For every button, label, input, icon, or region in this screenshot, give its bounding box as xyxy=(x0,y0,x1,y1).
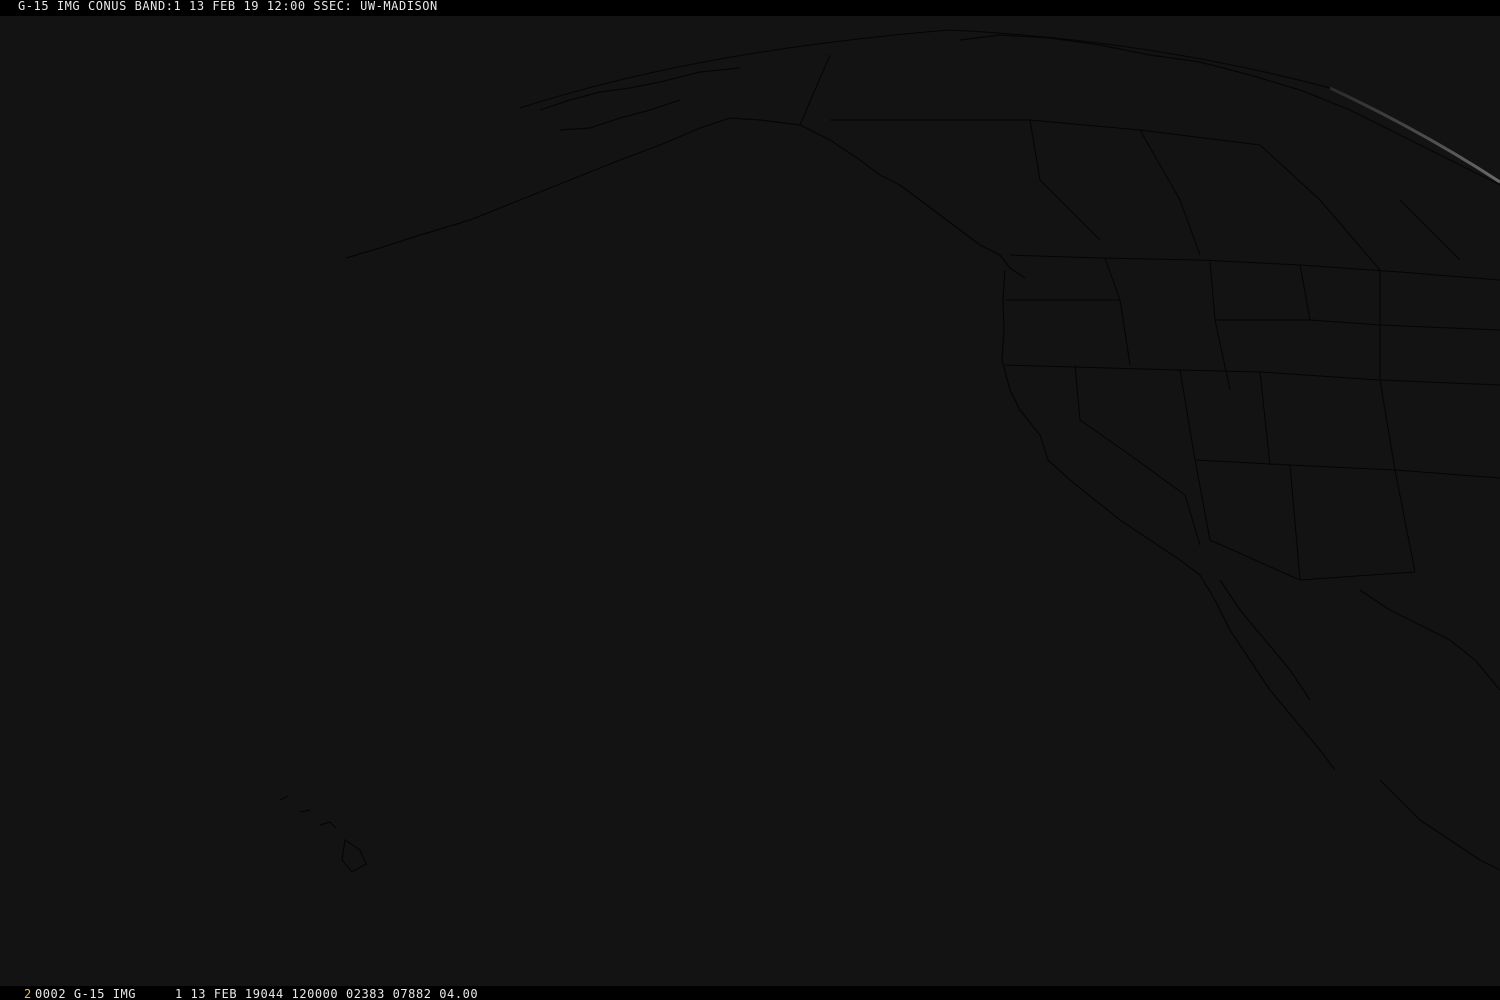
image-header-bar: G-15 IMG CONUS BAND:1 13 FEB 19 12:00 SS… xyxy=(0,0,1500,16)
alaska-coastline xyxy=(539,67,741,131)
earth-limb-edge xyxy=(519,29,1331,109)
aleutian-coastline xyxy=(345,117,801,259)
image-footer-bar: 2 0002 G-15 IMG 1 13 FEB 19044 120000 02… xyxy=(0,986,1500,1000)
image-header-label: G-15 IMG CONUS BAND:1 13 FEB 19 12:00 SS… xyxy=(18,0,438,13)
us-state-borders xyxy=(1004,257,1500,581)
earth-limb xyxy=(1329,86,1500,184)
satellite-image xyxy=(279,29,1500,873)
us-canada-border xyxy=(1009,254,1500,281)
mexico-coastline xyxy=(1359,589,1500,871)
frame-number: 2 xyxy=(24,987,32,1000)
alaska-panhandle-coastline xyxy=(799,124,1026,279)
hawaii-islands xyxy=(279,795,367,873)
baja-coastline xyxy=(1199,574,1336,771)
canada-borders xyxy=(799,54,1461,271)
us-west-coastline xyxy=(1001,269,1201,576)
satellite-viewer: G-15 IMG CONUS BAND:1 13 FEB 19 12:00 SS… xyxy=(0,0,1500,1000)
arctic-coastline xyxy=(959,34,1500,186)
image-footer-label: 0002 G-15 IMG 1 13 FEB 19044 120000 0238… xyxy=(35,987,479,1000)
